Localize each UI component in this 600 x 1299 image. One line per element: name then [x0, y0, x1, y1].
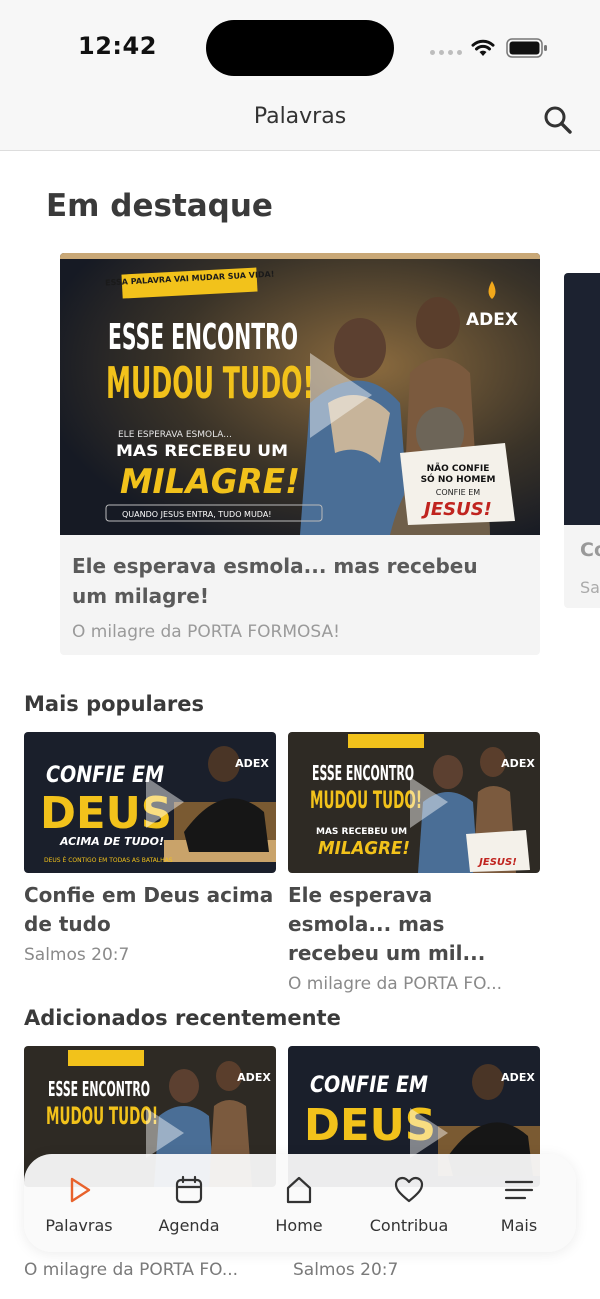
tab-label: Home [275, 1216, 323, 1235]
tab-home[interactable]: Home [244, 1154, 354, 1252]
card-subtitle: Salmos 20:7 [24, 945, 130, 965]
menu-icon [504, 1180, 534, 1200]
featured-thumbnail-next[interactable] [564, 273, 600, 525]
popular-card[interactable]: ESSE ENCONTRO MUDOU TUDO! MAS RECEBEU UM… [288, 732, 540, 994]
thumb-line-3: ACIMA DE TUDO! [59, 835, 164, 848]
recent-heading: Adicionados recentemente [24, 1006, 341, 1030]
tab-label: Mais [500, 1216, 538, 1235]
popular-card[interactable]: CONFIE EM DEUS ACIMA DE TUDO! DEUS É CON… [24, 732, 276, 965]
status-bar: 12:42 [0, 0, 600, 90]
thumb-line-2: MUDOU TUDO! [310, 786, 422, 814]
brand-logo: ADEX [237, 1071, 271, 1084]
thumb-note-4: JESUS! [477, 857, 517, 868]
thumb-footer-text: DEUS É CONTIGO EM TODAS AS BATALHAS [44, 856, 173, 864]
cellular-signal-icon [430, 50, 462, 55]
thumb-mid-text: MAS RECEBEU UM [116, 441, 288, 460]
wifi-icon [471, 39, 495, 56]
thumb-note-1: NÃO CONFIE [427, 463, 490, 474]
popular-heading: Mais populares [24, 692, 204, 716]
tab-bar: Palavras Agenda Home Contribua Mais [24, 1154, 576, 1252]
featured-subtitle: O milagre da PORTA FORMOSA! [72, 622, 340, 642]
card-subtitle: O milagre da PORTA FO... [288, 974, 503, 994]
tab-palavras[interactable]: Palavras [24, 1154, 134, 1252]
calendar-icon [175, 1175, 203, 1204]
featured-title: Ele esperava esmola... mas recebeu um mi… [72, 554, 478, 608]
popular-thumbnail[interactable]: ESSE ENCONTRO MUDOU TUDO! MAS RECEBEU UM… [288, 732, 540, 873]
thumb-line-1: CONFIE EM [310, 1073, 428, 1098]
brand-logo: ADEX [501, 757, 535, 770]
featured-thumbnail[interactable]: ESSA PALAVRA VAI MUDAR SUA VIDA! ESSE EN… [60, 253, 540, 535]
thumb-line-2: MUDOU TUDO! [106, 358, 314, 409]
thumb-note-3: CONFIE EM [436, 488, 480, 497]
heart-icon [394, 1176, 424, 1203]
thumb-line-1: ESSE ENCONTRO [108, 317, 298, 358]
brand-logo: ADEX [466, 310, 518, 330]
tab-contribua[interactable]: Contribua [354, 1154, 464, 1252]
featured-title-next: Co [580, 539, 600, 561]
featured-heading: Em destaque [46, 188, 273, 224]
featured-card[interactable]: ESSA PALAVRA VAI MUDAR SUA VIDA! ESSE EN… [60, 253, 540, 655]
page-title: Palavras [253, 104, 347, 129]
tab-mais[interactable]: Mais [464, 1154, 574, 1252]
tab-agenda[interactable]: Agenda [134, 1154, 244, 1252]
tab-label: Palavras [45, 1216, 113, 1235]
thumb-footer-text: QUANDO JESUS ENTRA, TUDO MUDA! [122, 510, 272, 519]
thumb-note-4: JESUS! [421, 499, 492, 520]
tab-label: Contribua [369, 1216, 449, 1235]
thumb-line-1: ESSE ENCONTRO [312, 761, 414, 785]
dynamic-island [206, 20, 394, 76]
thumb-big-text: MILAGRE! [318, 838, 410, 859]
thumb-mid-text: MAS RECEBEU UM [316, 827, 407, 837]
home-icon [286, 1176, 312, 1204]
featured-subtitle-next: Sa [580, 578, 600, 597]
card-title: Ele esperava esmola... mas recebeu um mi… [288, 883, 486, 965]
search-icon[interactable] [540, 102, 576, 138]
card-subtitle: Salmos 20:7 [293, 1260, 399, 1280]
card-subtitle: O milagre da PORTA FO... [24, 1260, 239, 1280]
popular-thumbnail[interactable]: CONFIE EM DEUS ACIMA DE TUDO! DEUS É CON… [24, 732, 276, 873]
navigation-header: Palavras [0, 90, 600, 151]
card-title: Confie em Deus acima de tudo [24, 883, 274, 936]
clock: 12:42 [78, 32, 157, 60]
tab-label: Agenda [158, 1216, 220, 1235]
thumb-big-text: MILAGRE! [120, 462, 300, 502]
thumb-note-2: SÓ NO HOMEM [421, 473, 496, 485]
brand-logo: ADEX [235, 757, 269, 770]
play-icon [70, 1177, 91, 1203]
thumb-line-2: MUDOU TUDO! [46, 1102, 158, 1130]
thumb-pre-text: ELE ESPERAVA ESMOLA... [118, 430, 232, 440]
thumb-line-1: ESSE ENCONTRO [48, 1077, 150, 1101]
featured-card-next[interactable]: Co Sa [564, 273, 600, 608]
battery-icon [506, 38, 547, 58]
brand-logo: ADEX [501, 1071, 535, 1084]
